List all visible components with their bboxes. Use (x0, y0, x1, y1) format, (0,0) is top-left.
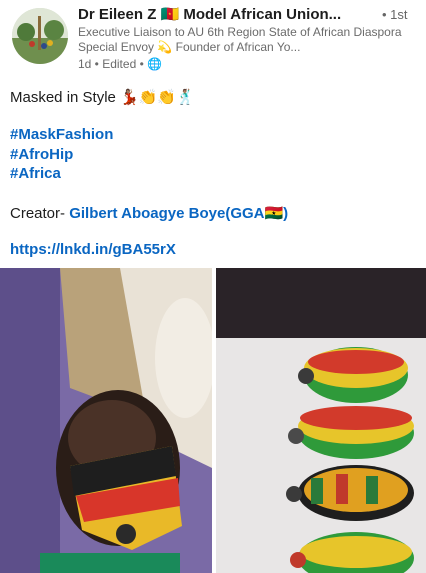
connection-degree: • 1st (382, 7, 408, 22)
avatar-photo (12, 8, 68, 64)
masks-photo[interactable] (216, 268, 426, 573)
post-images (0, 268, 426, 573)
author-name[interactable]: Dr Eileen Z 🇨🇲 Model African Union... (78, 5, 378, 23)
selfie-photo[interactable] (0, 268, 212, 573)
avatar[interactable] (12, 8, 68, 64)
post-meta: 1d • Edited • 🌐 (78, 57, 163, 71)
author-headline: Executive Liaison to AU 6th Region State… (78, 25, 402, 54)
post-text-line: Masked in Style 💃🏽👏👏🕺🏽 (10, 89, 195, 106)
creator-line: Creator- Gilbert Aboagye Boye(GGA🇬🇭) (10, 204, 288, 222)
hashtag-link[interactable]: #AfroHip (10, 146, 73, 163)
creator-link[interactable]: Gilbert Aboagye Boye(GGA🇬🇭) (69, 205, 288, 222)
selfie-image (0, 268, 212, 573)
masks-image (216, 268, 426, 573)
post-url-link[interactable]: https://lnkd.in/gBA55rX (10, 241, 176, 258)
creator-prefix: Creator- (10, 205, 70, 222)
hashtag-link[interactable]: #Africa (10, 165, 61, 182)
post-header: Dr Eileen Z 🇨🇲 Model African Union... • … (0, 0, 426, 80)
hashtag-link[interactable]: #MaskFashion (10, 126, 113, 143)
